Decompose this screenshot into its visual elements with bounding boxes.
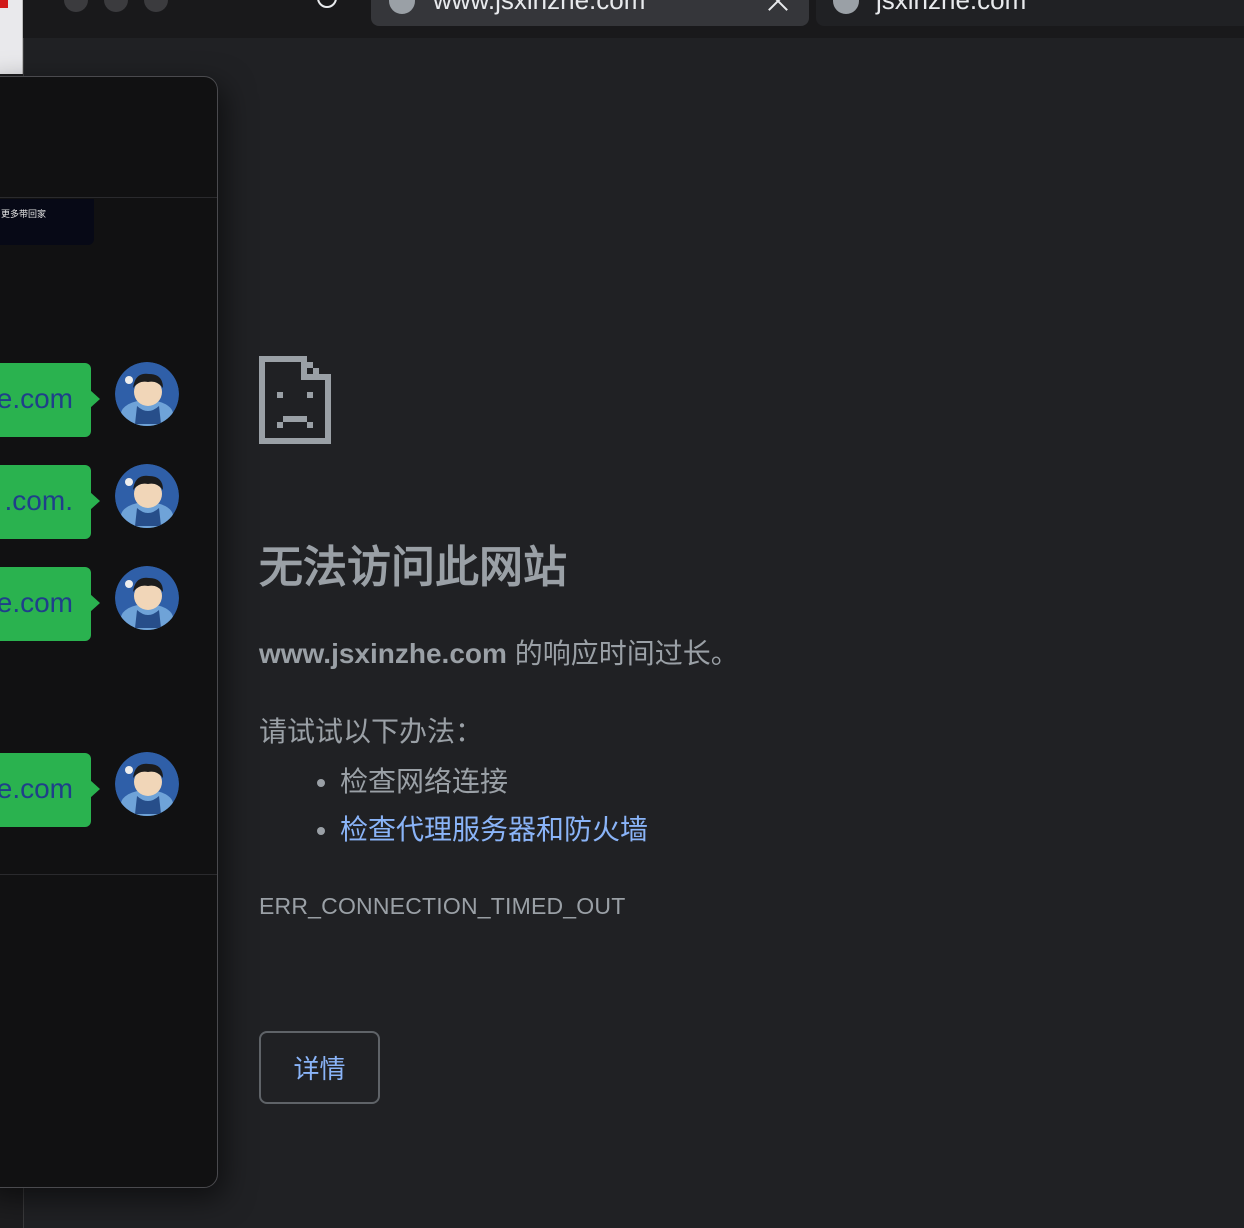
chat-banner[interactable]: 更多带回家 <box>0 199 94 245</box>
suggestion-text: 检查网络连接 <box>340 766 509 797</box>
avatar-image <box>115 566 179 630</box>
chat-message-text: .com. <box>4 485 73 516</box>
avatar-image <box>115 464 179 528</box>
error-host: www.jsxinzhe.com <box>259 638 507 669</box>
chat-message-text: e.com <box>0 773 73 804</box>
chat-message-bubble[interactable]: e.com <box>0 363 100 437</box>
window-close-control[interactable] <box>64 0 88 12</box>
info-icon <box>389 0 415 14</box>
background-window-sliver <box>0 0 23 74</box>
chat-message-bubble[interactable]: e.com <box>0 567 100 641</box>
suggestions-list: 检查网络连接 检查代理服务器和防火墙 <box>310 758 648 854</box>
avatar-image <box>115 362 179 426</box>
window-minimize-control[interactable] <box>104 0 128 12</box>
chat-window: 更多带回家 e.com .com. e.com e.com <box>0 76 218 1188</box>
back-arrow-icon[interactable] <box>206 0 224 6</box>
avatar[interactable] <box>115 566 179 630</box>
chat-message-bubble[interactable]: e.com <box>0 753 100 827</box>
tab-active[interactable]: www.jsxinzhe.com <box>371 0 809 26</box>
page-title: 无法访问此网站 <box>259 543 567 592</box>
info-icon <box>833 0 859 14</box>
tab-close-icon[interactable] <box>767 0 789 12</box>
suggestion-item: 检查代理服务器和防火墙 <box>340 806 648 854</box>
error-host-suffix: 的响应时间过长。 <box>506 638 739 669</box>
error-description: www.jsxinzhe.com 的响应时间过长。 <box>259 634 739 674</box>
avatar-image <box>115 752 179 816</box>
suggestion-item: 检查网络连接 <box>340 758 648 806</box>
check-proxy-firewall-link[interactable]: 检查代理服务器和防火墙 <box>340 814 648 845</box>
avatar[interactable] <box>115 752 179 816</box>
avatar[interactable] <box>115 362 179 426</box>
chat-message-text: e.com <box>0 587 73 618</box>
chat-banner-text: 更多带回家 <box>1 209 47 219</box>
tab-inactive[interactable]: jsxinzhe.com <box>816 0 1244 26</box>
browser-tab-strip: www.jsxinzhe.com jsxinzhe.com <box>0 0 1244 38</box>
forward-arrow-icon[interactable] <box>268 0 286 6</box>
tab-title: jsxinzhe.com <box>876 0 1027 15</box>
details-button[interactable]: 详情 <box>259 1031 380 1104</box>
chat-input-divider <box>0 874 217 875</box>
chat-header-divider <box>0 197 217 198</box>
reload-icon[interactable] <box>317 0 337 8</box>
avatar[interactable] <box>115 464 179 528</box>
background-window-accent <box>0 0 8 8</box>
chat-message-text: e.com <box>0 383 73 414</box>
error-code: ERR_CONNECTION_TIMED_OUT <box>259 893 626 919</box>
chat-message-bubble[interactable]: .com. <box>0 465 100 539</box>
tab-title: www.jsxinzhe.com <box>433 0 646 15</box>
suggestions-title: 请试试以下办法： <box>259 716 484 747</box>
sad-page-icon <box>259 356 331 444</box>
window-zoom-control[interactable] <box>144 0 168 12</box>
